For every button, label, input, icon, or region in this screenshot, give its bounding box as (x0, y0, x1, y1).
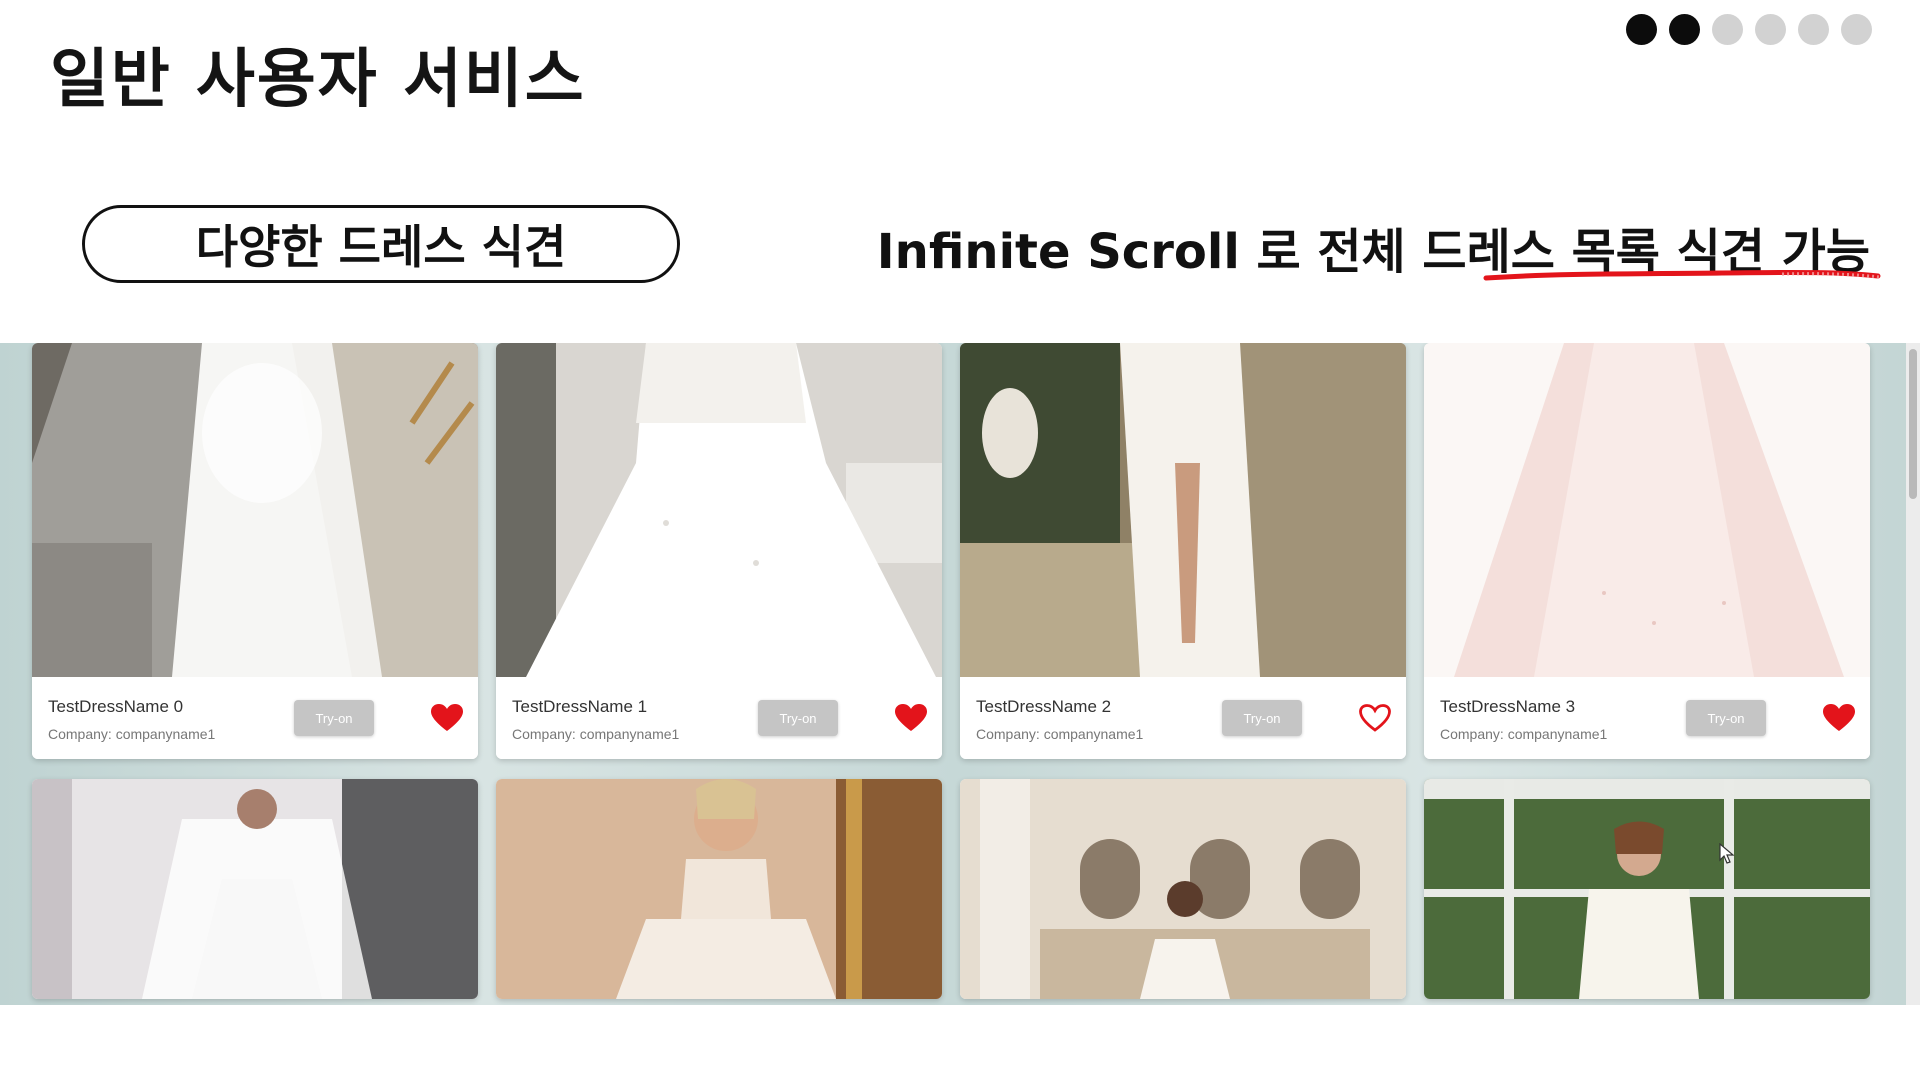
dress-name: TestDressName 1 (512, 697, 648, 716)
dress-company: Company: companyname1 (976, 726, 1144, 742)
pagination-dot-4[interactable] (1755, 14, 1786, 45)
dress-photo-4[interactable] (32, 779, 478, 999)
dress-card[interactable]: TestDressName 2 Company: companyname1 Tr… (960, 343, 1406, 759)
dress-photo-7[interactable] (1424, 779, 1870, 999)
mouse-cursor-icon (1719, 843, 1735, 864)
try-on-button[interactable]: Try-on (1222, 700, 1302, 736)
heart-icon[interactable] (430, 703, 464, 733)
dress-card[interactable] (960, 779, 1406, 999)
dress-name: TestDressName 2 (976, 697, 1112, 716)
dress-list-screenshot: TestDressName 0 Company: companyname1 Tr… (0, 343, 1920, 1005)
section-label-pill: 다양한 드레스 식견 (82, 205, 680, 283)
pagination-dot-1[interactable] (1626, 14, 1657, 45)
grid-scrollbar-thumb[interactable] (1909, 349, 1917, 499)
dress-company: Company: companyname1 (48, 726, 216, 742)
pagination-dot-6[interactable] (1841, 14, 1872, 45)
dress-card[interactable]: TestDressName 3 Company: companyname1 Tr… (1424, 343, 1870, 759)
heart-icon[interactable] (894, 703, 928, 733)
dress-info: TestDressName 0 Company: companyname1 Tr… (32, 677, 478, 759)
heart-icon[interactable] (1822, 703, 1856, 733)
dress-info: TestDressName 3 Company: companyname1 Tr… (1424, 677, 1870, 759)
try-on-button[interactable]: Try-on (294, 700, 374, 736)
dress-name: TestDressName 3 (1440, 697, 1576, 716)
dress-photo-3[interactable] (1424, 343, 1870, 677)
dress-photo-6[interactable] (960, 779, 1406, 999)
dress-card[interactable] (32, 779, 478, 999)
dress-photo-5[interactable] (496, 779, 942, 999)
dress-card[interactable]: TestDressName 1 Company: companyname1 Tr… (496, 343, 942, 759)
dress-card[interactable]: TestDressName 0 Company: companyname1 Tr… (32, 343, 478, 759)
pagination-dot-5[interactable] (1798, 14, 1829, 45)
red-underline-stroke (1483, 269, 1881, 281)
pagination-dot-3[interactable] (1712, 14, 1743, 45)
try-on-button[interactable]: Try-on (758, 700, 838, 736)
pagination-dot-2[interactable] (1669, 14, 1700, 45)
dress-photo-2[interactable] (960, 343, 1406, 677)
try-on-button[interactable]: Try-on (1686, 700, 1766, 736)
dress-info: TestDressName 1 Company: companyname1 Tr… (496, 677, 942, 759)
slide-pagination (1626, 14, 1872, 45)
grid-scrollbar[interactable] (1906, 343, 1920, 1005)
dress-card[interactable] (1424, 779, 1870, 999)
dress-card[interactable] (496, 779, 942, 999)
dress-photo-1[interactable] (496, 343, 942, 677)
dress-photo-0[interactable] (32, 343, 478, 677)
section-label-text: 다양한 드레스 식견 (195, 220, 567, 274)
heart-outline-icon[interactable] (1358, 703, 1392, 733)
dress-name: TestDressName 0 (48, 697, 184, 716)
dress-company: Company: companyname1 (1440, 726, 1608, 742)
dress-info: TestDressName 2 Company: companyname1 Tr… (960, 677, 1406, 759)
feature-caption-prefix: Infinite Scroll 로 전체 (876, 224, 1423, 280)
page-title: 일반 사용자 서비스 (50, 43, 586, 117)
dress-company: Company: companyname1 (512, 726, 680, 742)
